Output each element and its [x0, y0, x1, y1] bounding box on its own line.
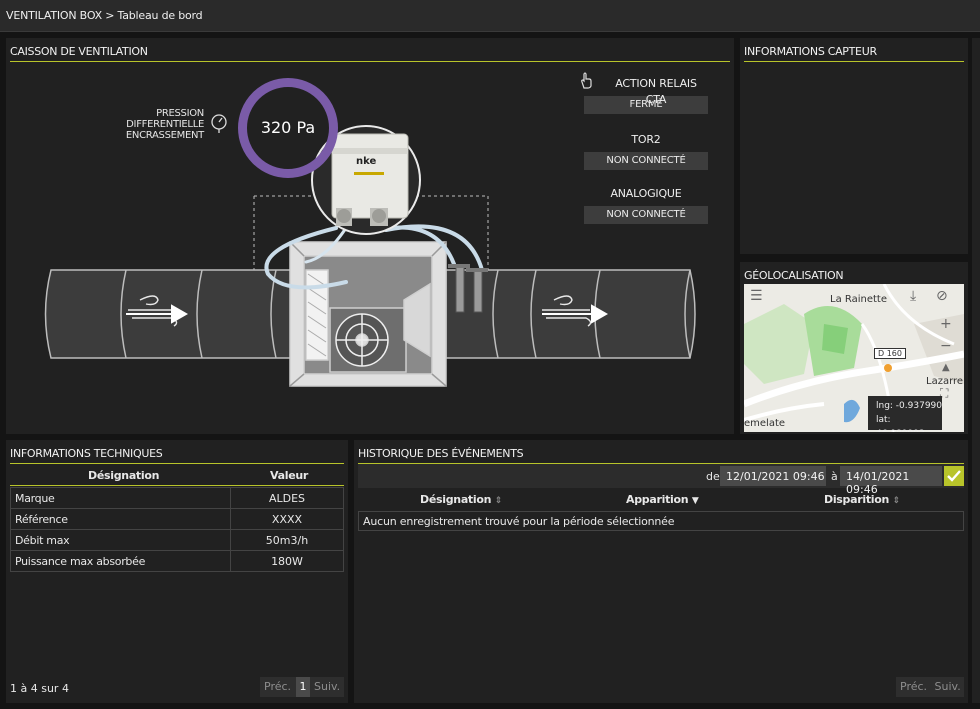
- events-history-title: HISTORIQUE DES ÉVÉNEMENTS: [358, 444, 964, 464]
- check-icon[interactable]: [944, 466, 964, 486]
- relay-status: FERMÉ: [584, 96, 708, 114]
- tor2-block: TOR2 NON CONNECTÉ: [584, 132, 708, 170]
- events-next-button[interactable]: Suiv.: [935, 680, 961, 693]
- col-valeur[interactable]: Valeur: [270, 469, 308, 482]
- relay-title: ACTION RELAIS CTA: [615, 77, 697, 106]
- geolocation-panel: GÉOLOCALISATION La Rainette Lazarre emel…: [740, 262, 968, 434]
- geolocation-title: GÉOLOCALISATION: [744, 266, 964, 286]
- col-apparition-sort[interactable]: Apparition ▼: [626, 493, 699, 506]
- tor2-title: TOR2: [631, 133, 661, 146]
- tor2-status: NON CONNECTÉ: [584, 152, 708, 170]
- caisson-panel: CAISSON DE VENTILATION nke PRESSION DIFF…: [6, 38, 734, 434]
- col-disparition-sort[interactable]: Disparition ⇕: [824, 493, 900, 506]
- tech-info-panel: INFORMATIONS TECHNIQUES Désignation Vale…: [6, 440, 348, 703]
- prev-button[interactable]: Préc.: [260, 677, 296, 697]
- device-brand-label: nke: [356, 156, 377, 167]
- hide-icon[interactable]: ⊘: [936, 288, 948, 304]
- events-pager: Préc. Suiv.: [896, 677, 964, 697]
- table-row: Débit max 50m3/h: [10, 530, 344, 551]
- coordinates-readout: lng: -0.937990 lat: 46.989993: [868, 396, 943, 432]
- tech-info-title: INFORMATIONS TECHNIQUES: [10, 444, 344, 464]
- map[interactable]: La Rainette Lazarre emelate D 160 ☰ ⤓ ⊘ …: [744, 284, 964, 432]
- date-range-bar: de 12/01/2021 09:46 à 14/01/2021 09:46: [358, 464, 964, 496]
- right-edge-panel: [972, 38, 980, 703]
- north-arrow-icon[interactable]: ▲: [942, 362, 950, 373]
- zoom-in-button[interactable]: +: [940, 316, 952, 332]
- empty-message: Aucun enregistrement trouvé pour la péri…: [358, 511, 964, 531]
- breadcrumb[interactable]: VENTILATION BOX > Tableau de bord: [6, 9, 203, 22]
- col-designation[interactable]: Désignation: [88, 469, 159, 482]
- map-place-1: La Rainette: [830, 294, 887, 305]
- to-label: à: [831, 470, 838, 483]
- table-row: Marque ALDES: [10, 488, 344, 509]
- pager-info: 1 à 4 sur 4: [10, 682, 69, 695]
- relay-block: ACTION RELAIS CTA FERMÉ: [584, 76, 708, 114]
- from-label: de: [706, 470, 720, 483]
- table-row: Puissance max absorbée 180W: [10, 551, 344, 572]
- map-place-3: emelate: [744, 418, 786, 429]
- analog-title: ANALOGIQUE: [610, 187, 682, 200]
- analog-status: NON CONNECTÉ: [584, 206, 708, 224]
- analog-block: ANALOGIQUE NON CONNECTÉ: [584, 186, 708, 224]
- gauge-icon: [211, 114, 227, 133]
- tech-table-header: Désignation Valeur: [10, 466, 344, 486]
- table-row: Référence XXXX: [10, 509, 344, 530]
- from-date-input[interactable]: 12/01/2021 09:46: [720, 466, 826, 486]
- pressure-label: PRESSION DIFFERENTIELLE ENCRASSEMENT: [125, 108, 204, 141]
- top-bar: VENTILATION BOX > Tableau de bord: [0, 0, 980, 32]
- page-1-button[interactable]: 1: [296, 677, 310, 697]
- pressure-value: 320 Pa: [260, 118, 316, 137]
- download-icon[interactable]: ⤓: [910, 288, 916, 304]
- sensor-info-title: INFORMATIONS CAPTEUR: [744, 42, 964, 62]
- next-button[interactable]: Suiv.: [310, 677, 344, 697]
- latitude-value: lat: 46.989993: [876, 415, 925, 432]
- events-history-panel: HISTORIQUE DES ÉVÉNEMENTS de 12/01/2021 …: [354, 440, 968, 703]
- col-designation-sort[interactable]: Désignation ⇕: [420, 493, 502, 506]
- map-menu-icon[interactable]: ☰: [750, 288, 763, 304]
- zoom-out-button[interactable]: −: [940, 338, 952, 354]
- fan-unit: [289, 241, 447, 387]
- sensor-info-panel: INFORMATIONS CAPTEUR: [740, 38, 968, 254]
- to-date-input[interactable]: 14/01/2021 09:46: [840, 466, 942, 496]
- map-road-label: D 160: [874, 348, 906, 359]
- longitude-value: lng: -0.937990: [876, 401, 943, 411]
- events-prev-button[interactable]: Préc.: [900, 680, 927, 693]
